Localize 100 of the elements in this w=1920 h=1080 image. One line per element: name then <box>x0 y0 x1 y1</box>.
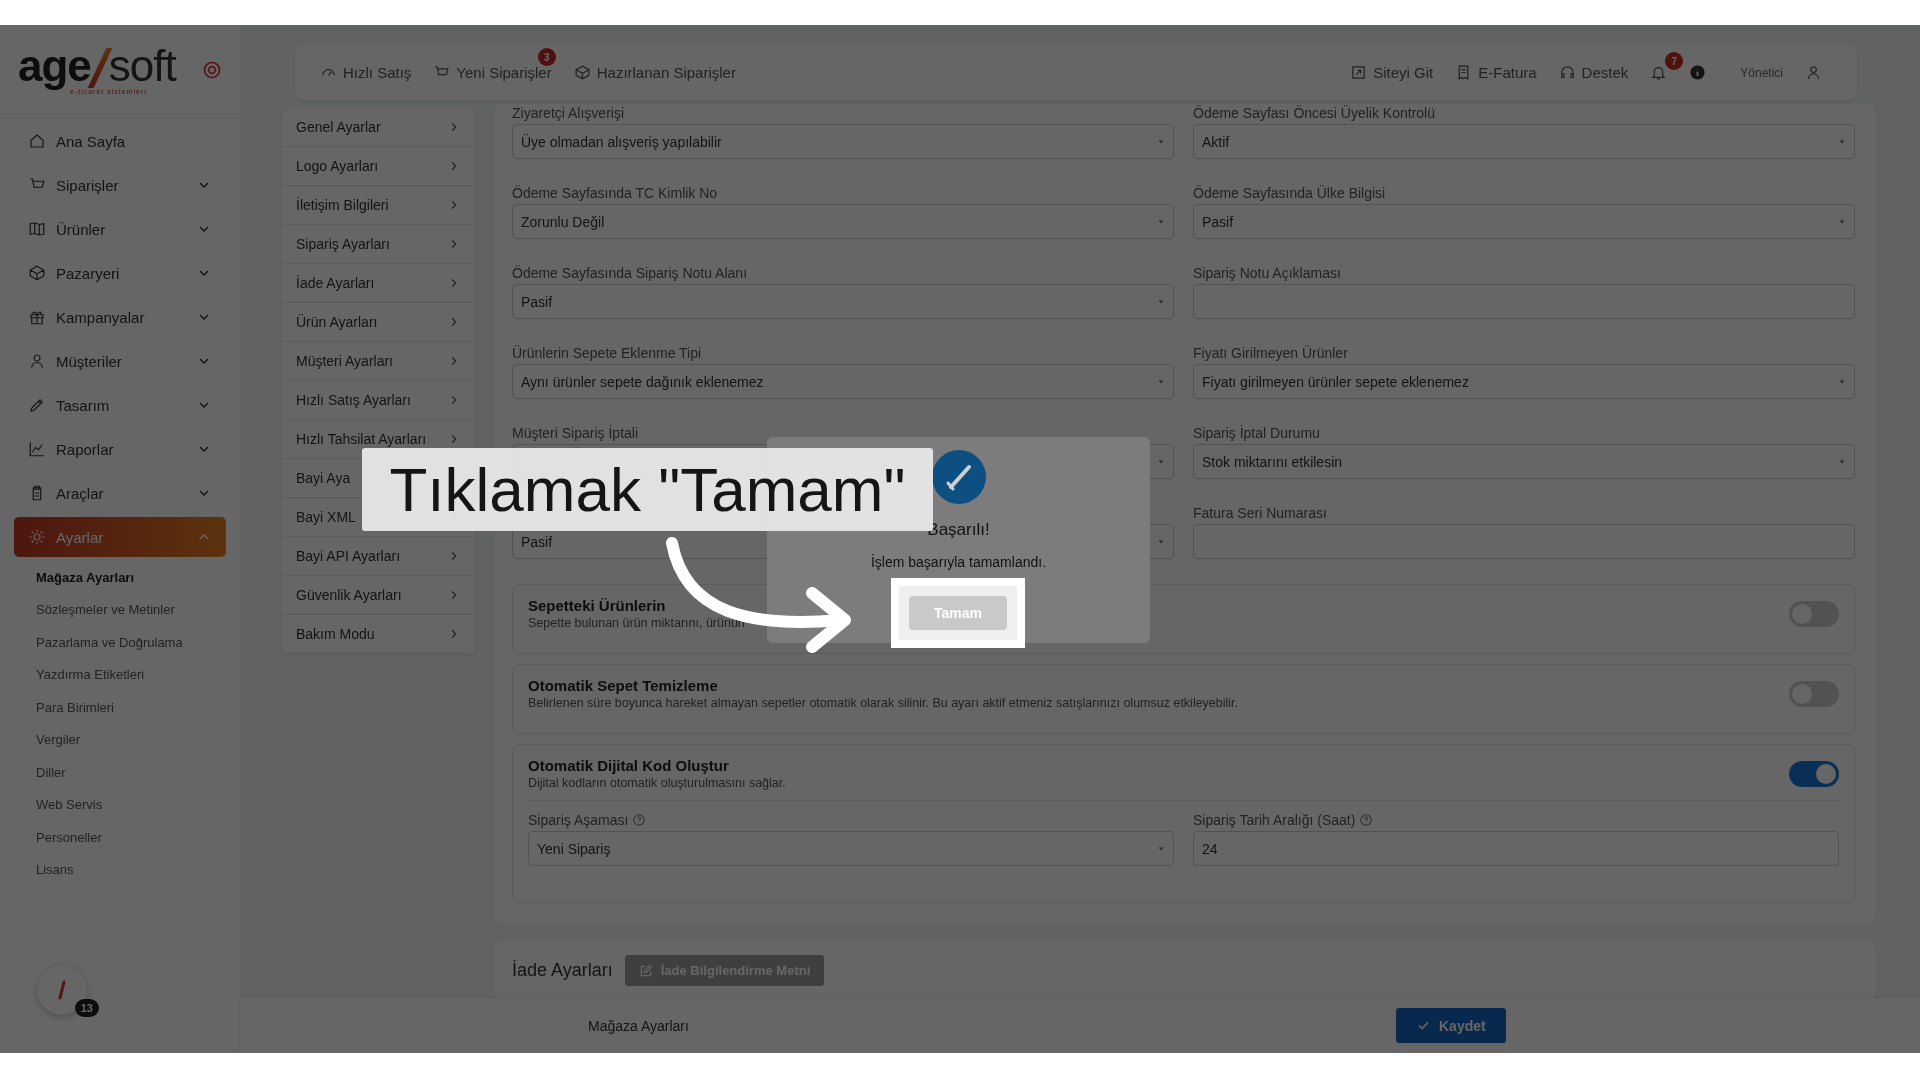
edit-icon <box>638 963 653 978</box>
setting-title: Sepetteki Ürünlerin <box>528 597 666 614</box>
settings-menu-item[interactable]: Genel Ayarlar <box>282 108 475 147</box>
user-name[interactable]: Yönetici <box>1740 65 1783 80</box>
help-icon[interactable] <box>632 813 647 827</box>
target-icon[interactable] <box>202 59 222 80</box>
setting-description: Dijital kodların otomatik oluşturulmasını sağlar. <box>528 776 786 790</box>
nav-item[interactable]: Pazaryeri <box>14 253 226 293</box>
caret-icon <box>1838 458 1846 465</box>
submenu-item[interactable]: Sözleşmeler ve Metinler <box>14 593 226 626</box>
caret-icon <box>1157 845 1165 852</box>
field-label: Sipariş İptal Durumu <box>1193 425 1320 441</box>
header-link[interactable]: E-Fatura <box>1455 64 1537 81</box>
nav-item[interactable]: Ayarlar <box>14 517 226 557</box>
caret-icon <box>1157 458 1165 465</box>
select-field[interactable]: Aynı ürünler sepete dağınık eklenemez <box>512 364 1174 399</box>
caret-icon <box>1157 538 1165 545</box>
input-field[interactable]: 24 <box>1193 831 1839 866</box>
header-link[interactable]: Destek <box>1558 64 1629 81</box>
submenu-item[interactable]: Diller <box>14 756 226 789</box>
field-label: Ödeme Sayfasında TC Kimlik No <box>512 185 718 201</box>
field-label: Fatura Seri Numarası <box>1193 505 1327 521</box>
submenu-item[interactable]: Personeller <box>14 821 226 854</box>
submenu-item[interactable]: Web Servis <box>14 788 226 821</box>
submenu-item[interactable]: Para Birimleri <box>14 691 226 724</box>
box-icon <box>28 264 46 282</box>
caret-icon <box>1838 138 1846 145</box>
select-field[interactable]: Pasif <box>1193 204 1855 239</box>
dialog-message: İşlem başarıyla tamamlandı. <box>870 554 1047 570</box>
select-field[interactable]: Pasif <box>512 284 1174 319</box>
select-field[interactable]: Yeni Sipariş <box>528 831 1174 866</box>
info-icon[interactable] <box>1689 64 1707 81</box>
settings-menu-item[interactable]: Bayi API Ayarları <box>282 537 475 576</box>
caret-icon <box>1157 218 1165 225</box>
settings-menu-item[interactable]: Hızlı Satış Ayarları <box>282 381 475 420</box>
help-icon[interactable] <box>1359 813 1374 827</box>
submenu-item[interactable]: Pazarlama ve Doğrulama <box>14 626 226 659</box>
field-label: Sipariş Aşaması <box>528 812 629 828</box>
save-button[interactable]: Kaydet <box>1396 1008 1506 1043</box>
header-link[interactable]: Hızlı Satış <box>320 64 412 81</box>
nav-item[interactable]: Tasarım <box>14 385 226 425</box>
external-icon <box>1350 64 1368 81</box>
caption-tooltip: Tıklamak "Tamam" <box>362 448 933 531</box>
section-title: İade Ayarları <box>512 960 613 981</box>
submenu-item[interactable]: Lisans <box>14 853 226 886</box>
count-badge: 3 <box>537 48 556 66</box>
settings-menu-item[interactable]: Bakım Modu <box>282 615 475 654</box>
setting-title: Otomatik Dijital Kod Oluştur <box>528 757 729 774</box>
nav-item[interactable]: Raporlar <box>14 429 226 469</box>
box-icon <box>573 64 591 81</box>
check-circle-icon <box>931 450 986 504</box>
nav-item[interactable]: Müşteriler <box>14 341 226 381</box>
field-label: Ödeme Sayfasında Sipariş Notu Alanı <box>512 265 748 281</box>
nav-item[interactable]: Siparişler <box>14 165 226 205</box>
select-field[interactable]: Stok miktarını etkilesin <box>1193 444 1855 479</box>
nav-item[interactable]: Kampanyalar <box>14 297 226 337</box>
user-icon <box>28 352 46 370</box>
settings-menu-item[interactable]: Güvenlik Ayarları <box>282 576 475 615</box>
field-label: Sipariş Notu Açıklaması <box>1193 265 1341 281</box>
settings-menu-item[interactable]: Logo Ayarları <box>282 147 475 186</box>
settings-menu-item[interactable]: Sipariş Ayarları <box>282 225 475 264</box>
header-link[interactable]: Siteyi Git <box>1350 64 1434 81</box>
field-label: Ziyaretçi Alışverişi <box>512 105 625 121</box>
setting-description: Belirlenen süre boyunca hareket almayan sepetler otomatik olarak silinir. Bu ayarı aktif etmeniz satışlarınızı olumsuz etkileyebilir. <box>528 696 1239 710</box>
settings-menu-item[interactable]: Ürün Ayarları <box>282 303 475 342</box>
settings-menu-item[interactable]: Müşteri Ayarları <box>282 342 475 381</box>
user-icon[interactable] <box>1805 64 1822 81</box>
nav-item[interactable]: Araçlar <box>14 473 226 513</box>
toggle-switch[interactable] <box>1789 760 1839 787</box>
nav-item[interactable]: Ana Sayfa <box>14 121 226 161</box>
setting-title: Otomatik Sepet Temizleme <box>528 677 718 694</box>
field-label: Ürünlerin Sepete Eklenme Tipi <box>512 345 702 361</box>
submenu-item[interactable]: Mağaza Ayarları <box>14 561 226 594</box>
caret-icon <box>1157 378 1165 385</box>
submenu-item[interactable]: Yazdırma Etiketleri <box>14 658 226 691</box>
caret-icon <box>1157 138 1165 145</box>
header-link[interactable]: Hazırlanan Siparişler <box>573 64 736 81</box>
settings-menu-item[interactable]: İletişim Bilgileri <box>282 186 475 225</box>
field-label: Ödeme Sayfasında Ülke Bilgisi <box>1193 185 1386 201</box>
headset-icon <box>1558 64 1576 81</box>
chart-icon <box>28 440 46 458</box>
bell-icon[interactable] <box>1650 64 1668 81</box>
header-link[interactable]: Yeni Siparişler <box>433 64 552 81</box>
count-badge: 13 <box>74 999 99 1017</box>
select-field[interactable]: Fiyatı girilmeyen ürünler sepete eklenemez <box>1193 364 1855 399</box>
settings-menu-item[interactable]: İade Ayarları <box>282 264 475 303</box>
field-label: Ödeme Sayfası Öncesi Üyelik Kontrolü <box>1193 105 1435 121</box>
select-field[interactable]: Aktif <box>1193 124 1855 159</box>
select-field[interactable]: Zorunlu Değil <box>512 204 1174 239</box>
submenu-item[interactable]: Vergiler <box>14 723 226 756</box>
footer-title: Mağaza Ayarları <box>588 1017 690 1034</box>
count-badge: 7 <box>1665 52 1684 70</box>
nav-item[interactable]: Ürünler <box>14 209 226 249</box>
home-icon <box>28 132 46 150</box>
caret-icon <box>1838 218 1846 225</box>
gear-icon <box>28 528 46 546</box>
field-label: Müşteri Sipariş İptali <box>512 425 639 441</box>
select-field[interactable]: Üye olmadan alışveriş yapılabilir <box>512 124 1174 159</box>
field-label: Fiyatı Girilmeyen Ürünler <box>1193 345 1348 361</box>
pencil-icon <box>28 396 46 414</box>
